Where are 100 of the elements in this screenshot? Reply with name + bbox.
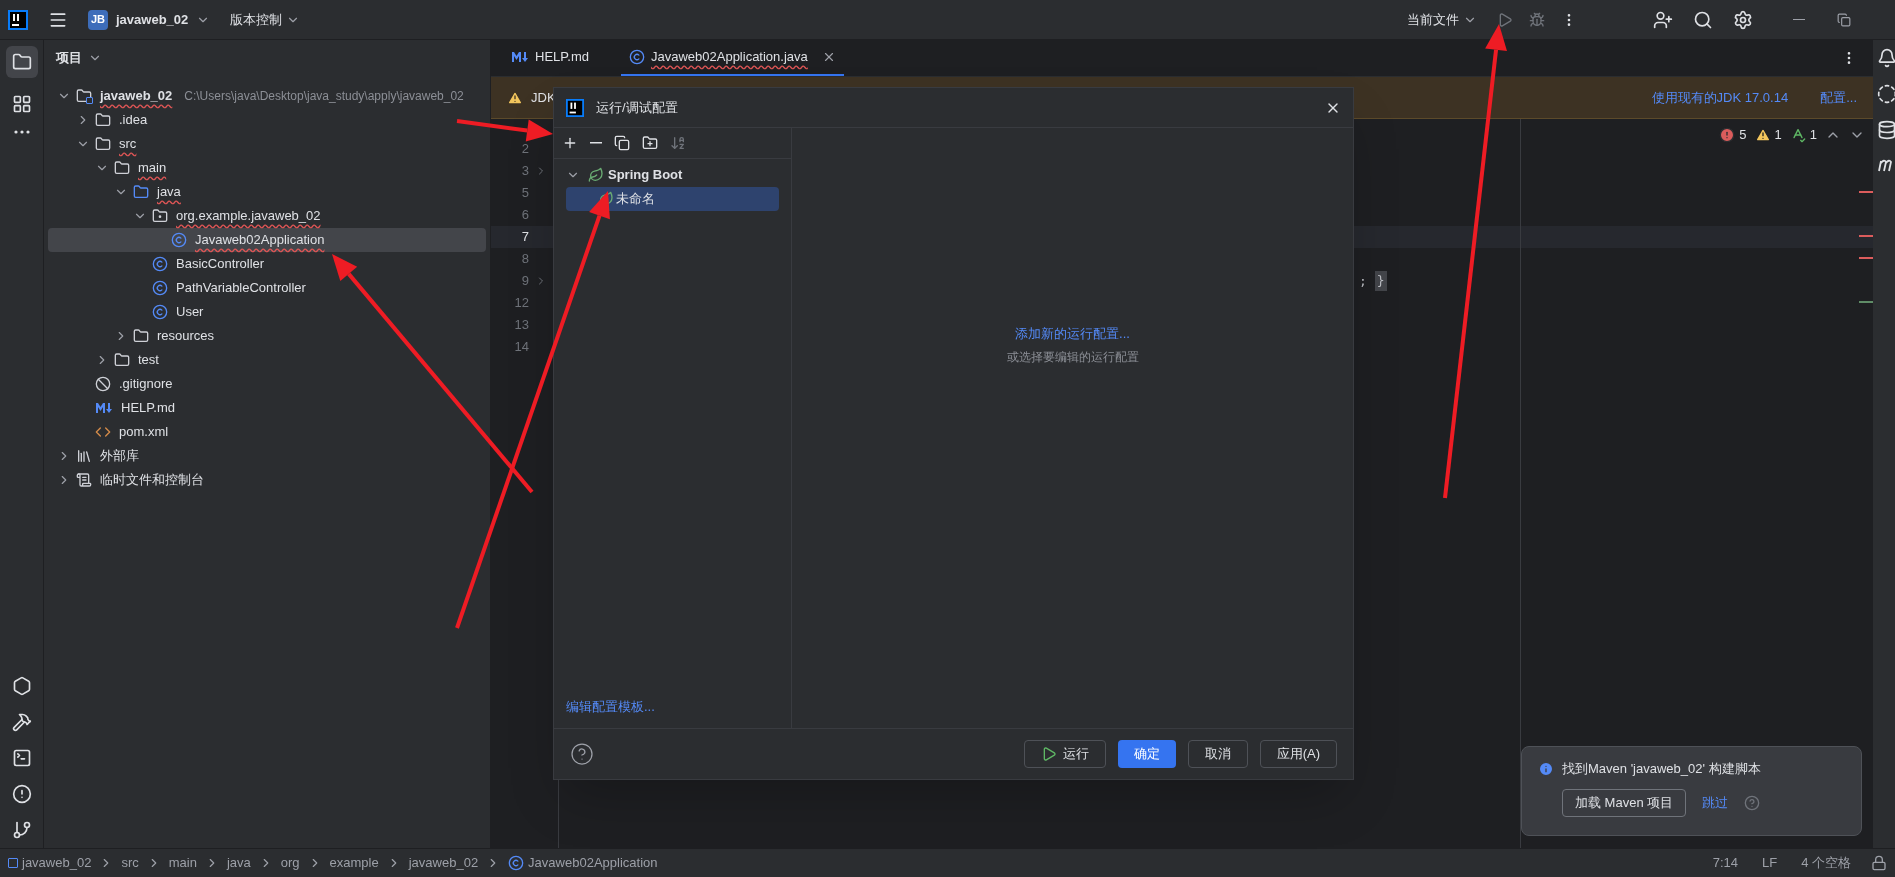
user-plus-icon xyxy=(1653,9,1673,30)
tree-item[interactable]: src xyxy=(48,132,486,156)
tree-item[interactable]: 临时文件和控制台 xyxy=(48,468,486,492)
module-folder-icon xyxy=(76,88,92,104)
restore-button[interactable] xyxy=(1837,12,1851,27)
copy-icon xyxy=(614,135,630,151)
tree-item-label: resources xyxy=(157,327,215,346)
warning-count[interactable]: 1 xyxy=(1754,125,1782,145)
add-user-button[interactable] xyxy=(1653,9,1673,30)
notification-text: 找到Maven 'javaweb_02' 构建脚本 xyxy=(1562,760,1761,778)
tree-item[interactable]: 外部库 xyxy=(48,444,486,468)
error-stripe-mark xyxy=(1859,235,1873,237)
settings-button[interactable] xyxy=(1733,9,1753,30)
notifications-icon[interactable] xyxy=(1877,48,1895,68)
panel-title-dropdown[interactable]: 项目 xyxy=(56,48,102,68)
git-tool-button[interactable] xyxy=(11,820,32,840)
add-button[interactable] xyxy=(562,135,578,151)
debug-button[interactable] xyxy=(1529,11,1545,28)
tree-item-label: javaweb_02 xyxy=(100,87,173,106)
structure-tool-button[interactable] xyxy=(11,94,32,114)
status-item[interactable]: 7:14 xyxy=(1712,853,1738,873)
ignore-file-icon xyxy=(95,376,111,392)
sort-button[interactable] xyxy=(670,135,686,151)
breadcrumb[interactable]: java xyxy=(226,853,251,873)
tree-item[interactable]: java xyxy=(48,180,486,204)
search-button[interactable] xyxy=(1693,9,1713,30)
typo-count[interactable]: 1 xyxy=(1789,125,1817,145)
template-link[interactable]: 编辑配置模板... xyxy=(554,696,791,728)
build-tool-button[interactable] xyxy=(11,712,32,732)
tree-item[interactable]: org.example.javaweb_02 xyxy=(48,204,486,228)
breadcrumb[interactable]: main xyxy=(168,853,197,873)
tree-item[interactable]: test xyxy=(48,348,486,372)
dialog-button[interactable]: 运行 xyxy=(1023,740,1106,768)
tree-item-label: PathVariableController xyxy=(176,279,306,298)
error-count[interactable]: 5 xyxy=(1719,125,1747,145)
terminal-tool-button[interactable] xyxy=(11,748,32,768)
tree-item[interactable]: resources xyxy=(48,324,486,348)
error-icon xyxy=(1719,126,1736,143)
dialog-button[interactable]: 应用(A) xyxy=(1259,740,1337,768)
code-text: } xyxy=(1374,271,1387,291)
dialog-button[interactable]: 确定 xyxy=(1117,740,1176,768)
new-folder-button[interactable] xyxy=(642,135,658,151)
error-stripe-mark xyxy=(1859,257,1873,259)
banner-link[interactable]: 配置... xyxy=(1820,87,1857,108)
line-number: 7 xyxy=(520,228,529,247)
status-item[interactable]: 4 个空格 xyxy=(1801,853,1851,873)
vcs-menu[interactable]: 版本控制 xyxy=(230,9,301,30)
database-icon[interactable] xyxy=(1877,120,1895,140)
tree-item[interactable]: javaweb_02 C:\Users\java\Desktop\java_study\apply\javaweb_02 xyxy=(48,84,486,108)
markdown-icon xyxy=(511,51,529,63)
module-icon xyxy=(8,858,18,868)
line-number: 14 xyxy=(513,338,529,357)
minimize-button[interactable] xyxy=(1793,18,1805,21)
folder-plus-icon xyxy=(642,135,658,151)
bug-icon xyxy=(1529,11,1545,28)
tree-item[interactable]: main xyxy=(48,156,486,180)
markdown-icon xyxy=(95,402,113,414)
more-tools-button[interactable] xyxy=(13,130,30,134)
run-button[interactable] xyxy=(1497,11,1513,28)
breadcrumb[interactable]: Javaweb02Application xyxy=(508,853,658,873)
project-switcher[interactable]: JB javaweb_02 xyxy=(88,9,211,30)
project-tool-button[interactable] xyxy=(5,46,38,78)
breadcrumb[interactable]: javaweb_02 xyxy=(408,853,479,873)
help-button[interactable] xyxy=(570,742,594,766)
folder-icon xyxy=(114,352,130,368)
skip-link[interactable]: 跳过 xyxy=(1702,792,1729,813)
status-item[interactable]: LF xyxy=(1762,853,1778,873)
scratch-icon xyxy=(76,472,92,488)
tree-item[interactable]: Javaweb02Application xyxy=(48,228,486,252)
breadcrumb[interactable]: src xyxy=(121,853,139,873)
config-group[interactable]: Spring Boot xyxy=(554,163,791,187)
banner-link[interactable]: 使用现有的JDK 17.0.14 xyxy=(1651,87,1789,108)
copy-button[interactable] xyxy=(614,135,630,151)
tree-item[interactable]: User xyxy=(48,300,486,324)
tree-item[interactable]: .gitignore xyxy=(48,372,486,396)
breadcrumb[interactable]: example xyxy=(329,853,379,873)
problems-tool-button[interactable] xyxy=(11,784,32,804)
class-icon xyxy=(152,280,168,296)
config-item[interactable]: 未命名 xyxy=(566,187,779,211)
class-icon xyxy=(508,855,525,871)
tree-item[interactable]: HELP.md xyxy=(48,396,486,420)
tree-item-label: test xyxy=(138,351,159,370)
run-target-dropdown[interactable]: 当前文件 xyxy=(1407,9,1477,30)
tree-item[interactable]: .idea xyxy=(48,108,486,132)
load-maven-button[interactable]: 加载 Maven 项目 xyxy=(1562,788,1687,817)
tree-item-label: .idea xyxy=(119,111,148,130)
line-number: 3 xyxy=(520,162,529,181)
library-icon xyxy=(76,448,92,464)
lock-icon[interactable] xyxy=(1871,855,1887,871)
tree-item[interactable]: BasicController xyxy=(48,252,486,276)
breadcrumb[interactable]: javaweb_02 xyxy=(8,853,92,873)
add-config-link[interactable]: 添加新的运行配置... xyxy=(1015,324,1130,344)
tree-item[interactable]: PathVariableController xyxy=(48,276,486,300)
app-logo-icon xyxy=(566,98,584,117)
dialog-button[interactable]: 取消 xyxy=(1187,740,1248,768)
settings-icon xyxy=(1733,9,1753,30)
editor-tab[interactable]: HELP.md xyxy=(503,40,597,76)
tree-item[interactable]: pom.xml xyxy=(48,420,486,444)
breadcrumb[interactable]: org xyxy=(280,853,300,873)
help-icon xyxy=(570,742,594,766)
